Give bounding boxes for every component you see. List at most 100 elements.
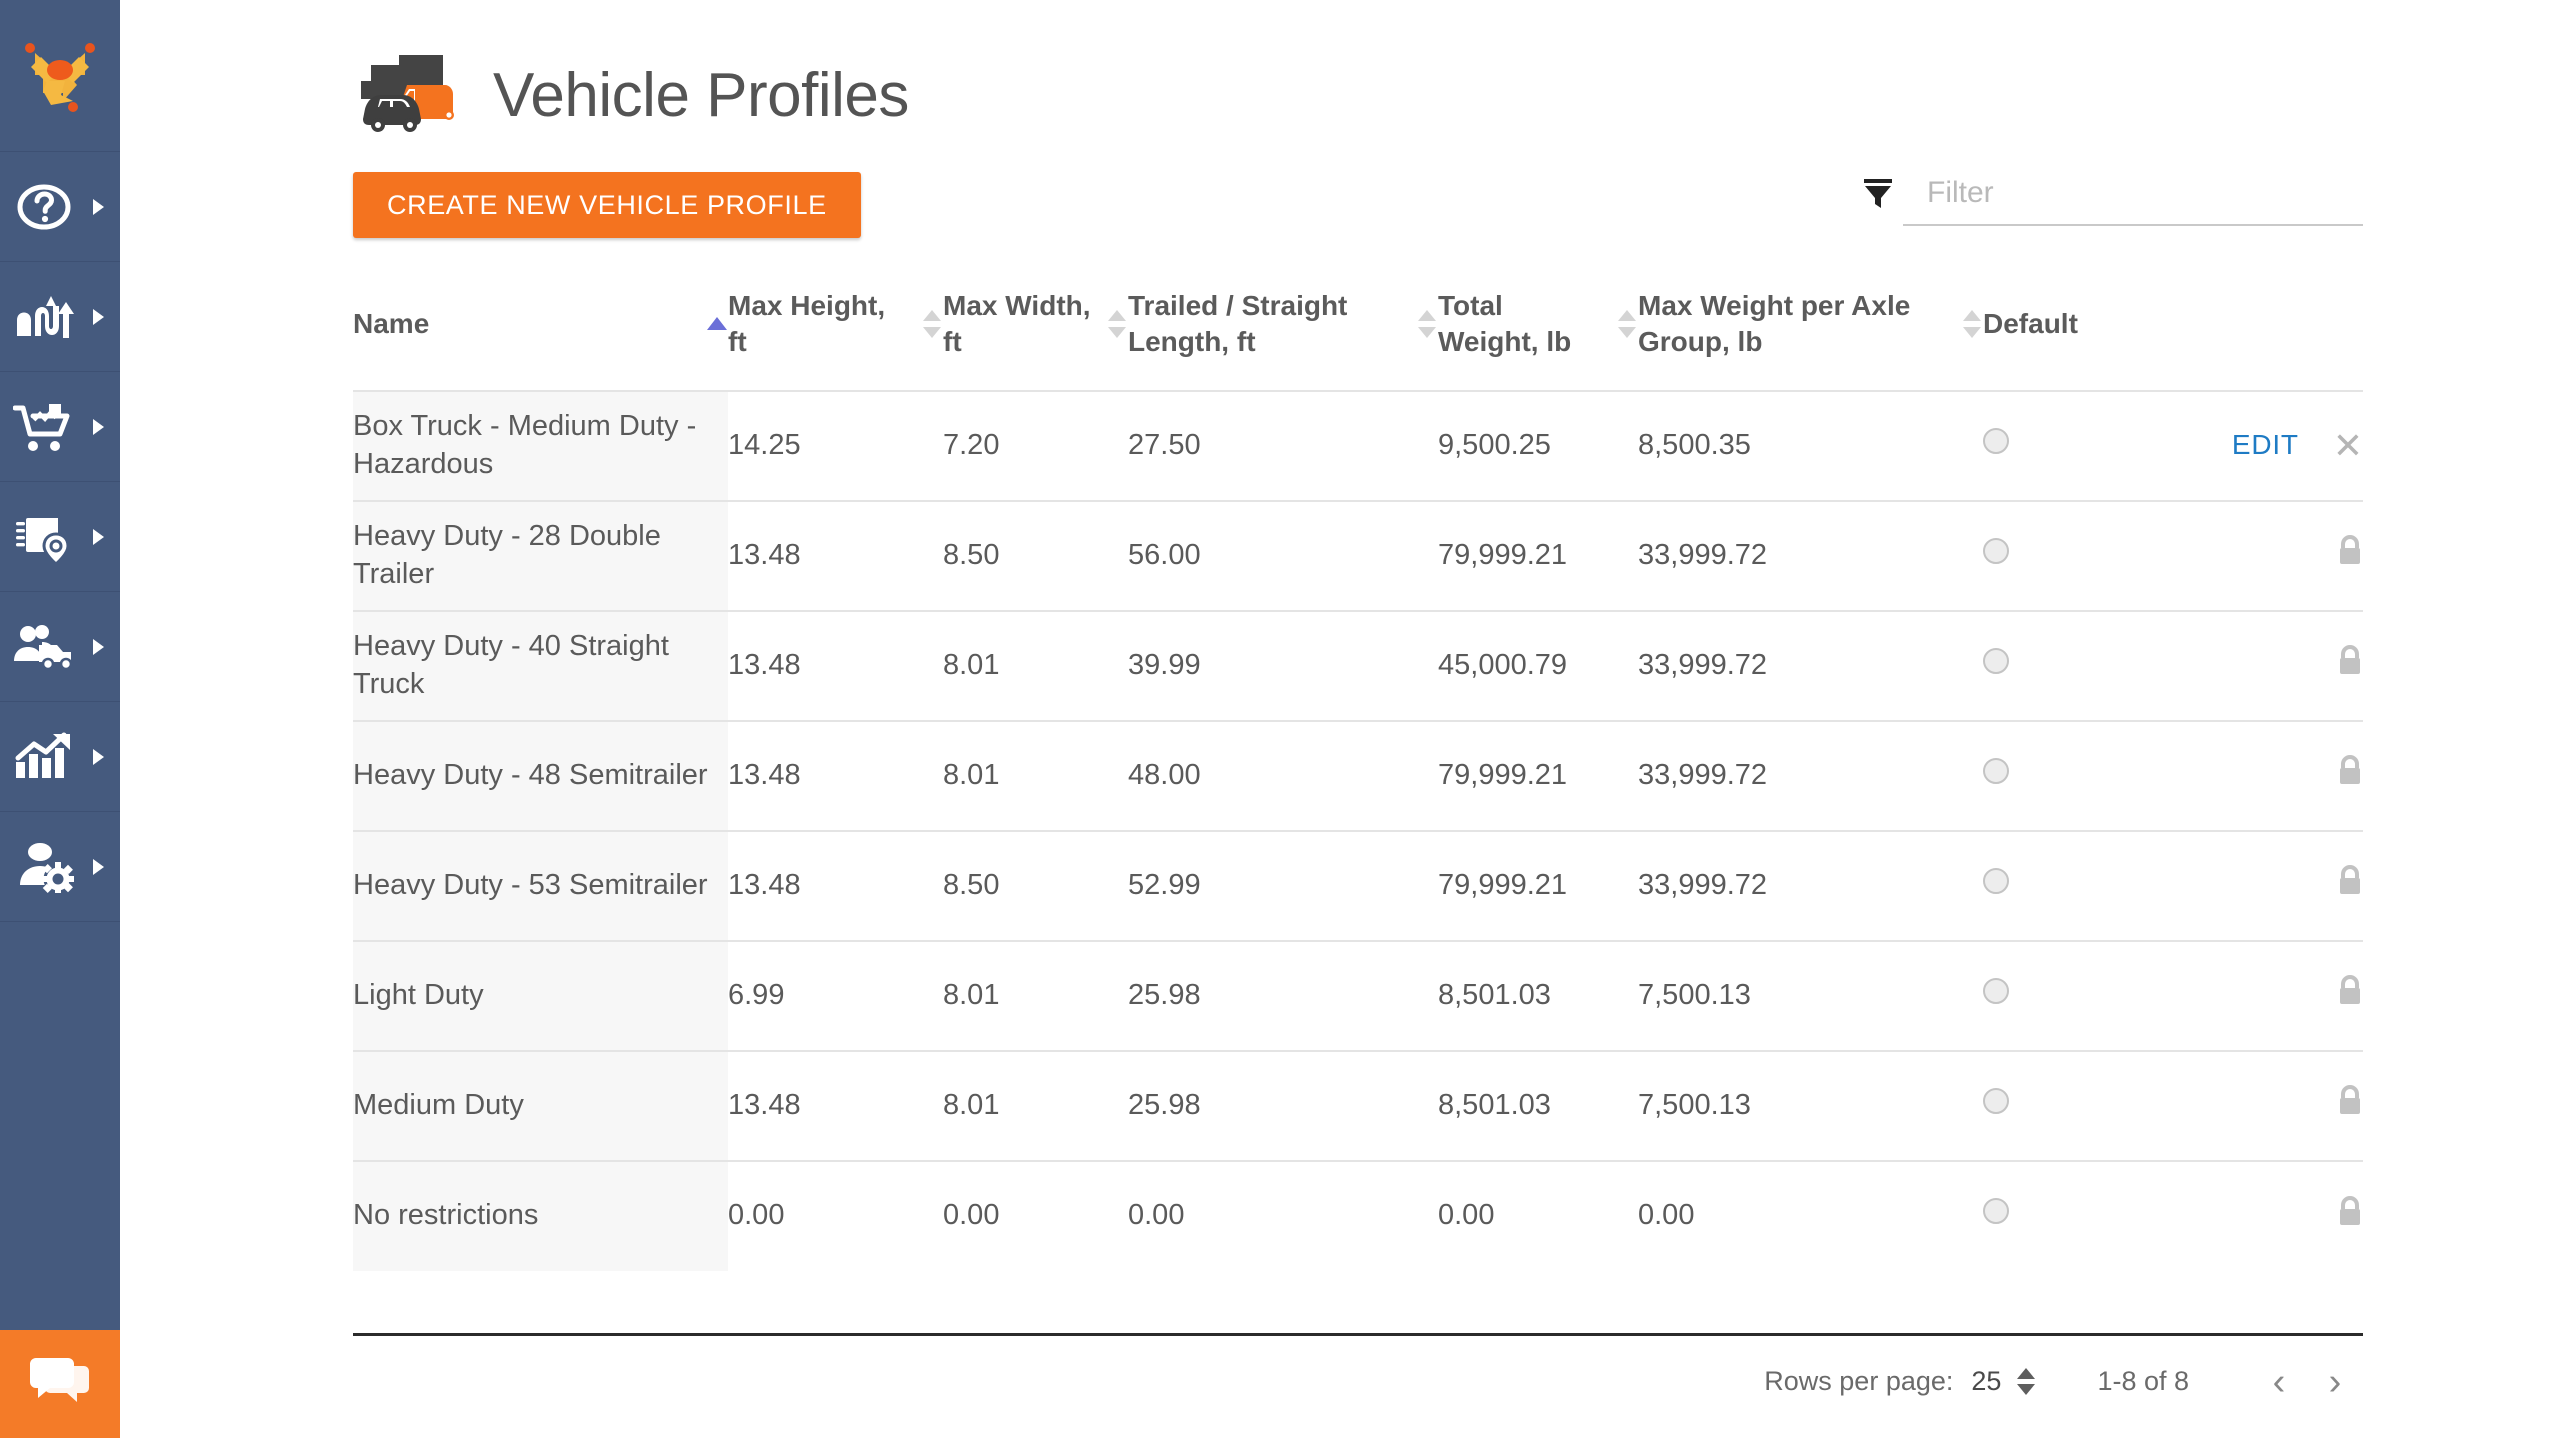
- column-header-actions: [2213, 288, 2363, 391]
- column-header-length[interactable]: Trailed / Straight Length, ft: [1128, 288, 1438, 391]
- cell-default: [1983, 391, 2213, 501]
- vehicle-profiles-table: Name Max Height, ft Max Width, ft Traile…: [353, 288, 2363, 1271]
- close-x-icon[interactable]: ✕: [2333, 427, 2363, 464]
- table-row: Box Truck - Medium Duty - Hazardous 14.2…: [353, 390, 2363, 501]
- app-logo[interactable]: [0, 0, 120, 152]
- chevron-right-icon: [93, 748, 104, 765]
- default-radio[interactable]: [1983, 1087, 2009, 1114]
- routes-arrows-icon: [0, 292, 88, 342]
- sort-toggle-icon[interactable]: [1106, 304, 1128, 344]
- sort-toggle-icon[interactable]: [1416, 304, 1438, 344]
- lock-icon: [2337, 534, 2363, 577]
- cell-max-height: 13.48: [728, 648, 801, 681]
- sidebar: [0, 0, 120, 1438]
- cell-actions: [2213, 611, 2363, 721]
- team-truck-icon: [0, 623, 88, 671]
- cell-length: 39.99: [1128, 648, 1201, 681]
- lock-icon: [2337, 864, 2363, 907]
- column-header-name[interactable]: Name: [353, 288, 728, 391]
- default-radio[interactable]: [1983, 757, 2009, 784]
- default-radio[interactable]: [1983, 427, 2009, 454]
- cell-name: Heavy Duty - 28 Double Trailer: [353, 500, 728, 611]
- user-gear-icon: [0, 841, 88, 893]
- cell-actions: [2213, 1051, 2363, 1161]
- column-header-default: Default: [1983, 288, 2213, 391]
- column-header-axle-weight[interactable]: Max Weight per Axle Group, lb: [1638, 288, 1983, 391]
- cell-max-width: 8.50: [943, 538, 1000, 571]
- cell-total-weight: 0.00: [1438, 1199, 1495, 1232]
- rows-per-page-value[interactable]: 25: [1971, 1366, 2001, 1397]
- chevron-right-icon: [93, 418, 104, 435]
- default-radio[interactable]: [1983, 1198, 2009, 1225]
- funnel-filter-icon[interactable]: [1863, 177, 1893, 214]
- cell-actions: [2213, 721, 2363, 831]
- cell-length: 27.50: [1128, 428, 1201, 461]
- rows-per-page-label: Rows per page:: [1764, 1366, 1954, 1397]
- vehicle-profiles-table-wrapper: Name Max Height, ft Max Width, ft Traile…: [353, 288, 2363, 1271]
- table-row: No restrictions 0.00 0.00 0.00 0.00 0.00: [353, 1160, 2363, 1271]
- cell-total-weight: 8,501.03: [1438, 1088, 1551, 1121]
- create-new-vehicle-profile-button[interactable]: CREATE NEW VEHICLE PROFILE: [353, 172, 861, 238]
- edit-link[interactable]: EDIT: [2232, 427, 2299, 463]
- rows-per-page-stepper[interactable]: [2017, 1368, 2036, 1396]
- sort-ascending-icon[interactable]: [706, 304, 728, 344]
- toolbar: CREATE NEW VEHICLE PROFILE: [353, 172, 2363, 238]
- cell-default: [1983, 1051, 2213, 1161]
- column-label: Trailed / Straight Length, ft: [1128, 290, 1348, 357]
- cell-default: [1983, 611, 2213, 721]
- bar-chart-growth-icon: [0, 732, 88, 782]
- column-header-total-weight[interactable]: Total Weight, lb: [1438, 288, 1638, 391]
- default-radio[interactable]: [1983, 647, 2009, 674]
- sort-toggle-icon[interactable]: [1616, 304, 1638, 344]
- cell-default: [1983, 831, 2213, 941]
- default-radio[interactable]: [1983, 537, 2009, 564]
- chevron-right-icon: [93, 638, 104, 655]
- chevron-right-icon: [93, 858, 104, 875]
- cell-name: Heavy Duty - 40 Straight Truck: [353, 610, 728, 721]
- page-root: Vehicle Profiles CREATE NEW VEHICLE PROF…: [0, 0, 2560, 1438]
- filter-input[interactable]: [1903, 172, 2363, 226]
- table-row: Heavy Duty - 53 Semitrailer 13.48 8.50 5…: [353, 830, 2363, 941]
- column-header-max-width[interactable]: Max Width, ft: [943, 288, 1128, 391]
- cell-max-width: 8.01: [943, 648, 1000, 681]
- shopping-cart-icon: [0, 400, 88, 454]
- cell-max-width: 8.01: [943, 758, 1000, 791]
- sidebar-item-help[interactable]: [0, 152, 120, 262]
- sort-toggle-icon[interactable]: [921, 304, 943, 344]
- cell-actions: [2213, 941, 2363, 1051]
- sidebar-item-orders[interactable]: [0, 372, 120, 482]
- sidebar-item-territories[interactable]: [0, 482, 120, 592]
- cell-max-height: 14.25: [728, 428, 801, 461]
- next-page-button[interactable]: ›: [2307, 1363, 2363, 1401]
- page-title: Vehicle Profiles: [493, 61, 909, 130]
- sidebar-item-routes[interactable]: [0, 262, 120, 372]
- page-header: Vehicle Profiles: [353, 48, 2560, 144]
- cell-total-weight: 9,500.25: [1438, 428, 1551, 461]
- cell-length: 25.98: [1128, 978, 1201, 1011]
- chat-support-button[interactable]: [0, 1330, 120, 1438]
- chevron-right-icon: [93, 528, 104, 545]
- cell-max-width: 0.00: [943, 1199, 1000, 1232]
- table-row: Medium Duty 13.48 8.01 25.98 8,501.03 7,…: [353, 1050, 2363, 1161]
- sidebar-item-admin[interactable]: [0, 812, 120, 922]
- column-label: Max Width, ft: [943, 290, 1091, 357]
- default-radio[interactable]: [1983, 977, 2009, 1004]
- cell-name: Light Duty: [353, 940, 728, 1051]
- previous-page-button[interactable]: ‹: [2251, 1363, 2307, 1401]
- sort-toggle-icon[interactable]: [1961, 304, 1983, 344]
- main-content: Vehicle Profiles CREATE NEW VEHICLE PROF…: [120, 0, 2560, 1438]
- table-head: Name Max Height, ft Max Width, ft Traile…: [353, 288, 2363, 391]
- column-label: Default: [1983, 307, 2078, 339]
- cell-axle-weight: 8,500.35: [1638, 428, 1751, 461]
- cell-axle-weight: 33,999.72: [1638, 758, 1768, 791]
- sidebar-item-drivers[interactable]: [0, 592, 120, 702]
- default-radio[interactable]: [1983, 867, 2009, 894]
- cell-max-width: 8.50: [943, 868, 1000, 901]
- vehicles-truck-van-car-icon: [353, 51, 471, 142]
- lock-icon: [2337, 974, 2363, 1017]
- cell-max-width: 8.01: [943, 978, 1000, 1011]
- column-header-max-height[interactable]: Max Height, ft: [728, 288, 943, 391]
- sidebar-item-analytics[interactable]: [0, 702, 120, 812]
- cell-actions: EDIT ✕: [2213, 391, 2363, 501]
